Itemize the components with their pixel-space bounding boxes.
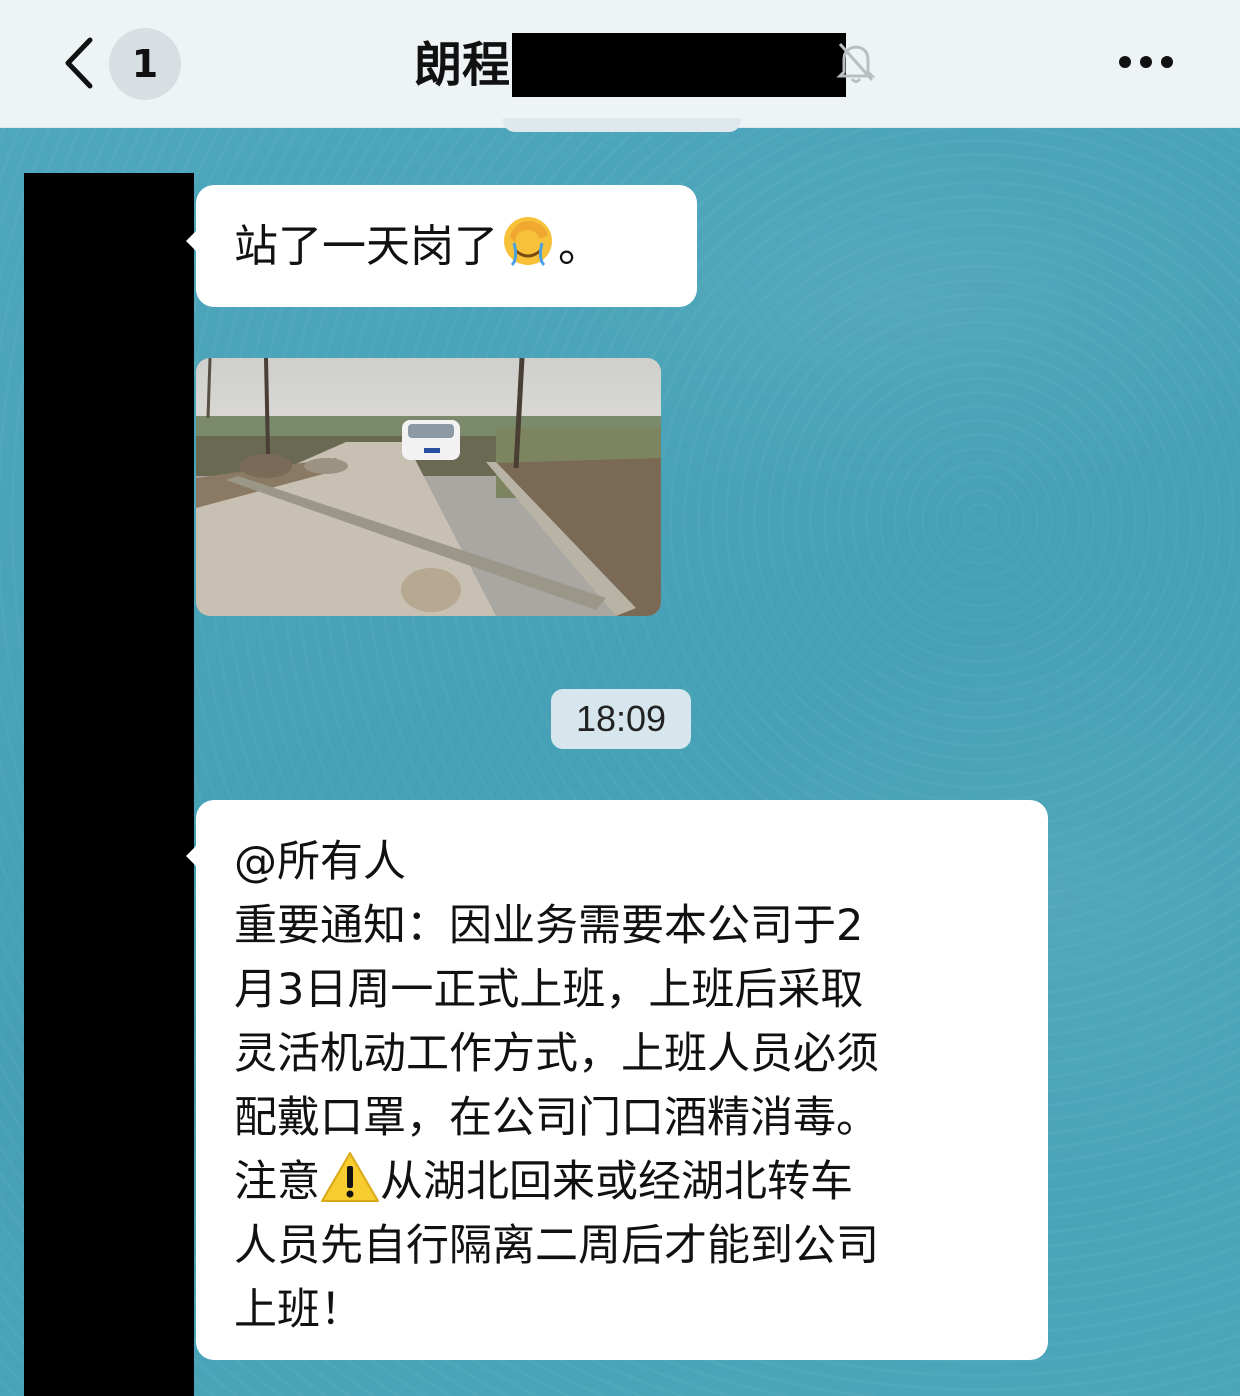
message-text-part: 。 (558, 221, 602, 272)
notice-line: @所有人 (234, 837, 406, 887)
notice-line: 月3日周一正式上班，上班后采取 (234, 965, 864, 1015)
warning-suffix: 从湖北回来或经湖北转车 (380, 1157, 853, 1207)
timestamp-label: 18:09 (551, 689, 691, 749)
message-text-part: 站了一天岗了 (234, 221, 498, 272)
notice-line: 上班！ (234, 1285, 363, 1335)
sender-avatar-redaction (24, 173, 194, 1396)
mute-bell-icon (836, 43, 876, 83)
notice-line: 配戴口罩，在公司门口酒精消毒。 (234, 1093, 879, 1143)
back-chevron-icon[interactable] (60, 36, 100, 90)
message-bubble-text[interactable]: 站了一天岗了 。 (186, 185, 697, 307)
title-redaction (512, 33, 846, 97)
notice-text: @所有人 重要通知：因业务需要本公司于2 月3日周一正式上班，上班后采取 灵活机… (234, 830, 1024, 1342)
more-options-icon[interactable] (1115, 52, 1177, 72)
unread-count-badge[interactable]: 1 (109, 28, 181, 100)
chat-header: 1 朗程 (0, 0, 1240, 128)
warning-icon (321, 1152, 379, 1202)
road-scene-image (196, 358, 661, 616)
message-text: 站了一天岗了 。 (234, 213, 602, 280)
message-photo[interactable] (196, 358, 661, 616)
pinned-message-hint (503, 118, 741, 132)
chat-title: 朗程 (414, 37, 511, 93)
notice-line: 灵活机动工作方式，上班人员必须 (234, 1029, 879, 1079)
warning-prefix: 注意 (234, 1157, 320, 1207)
message-bubble-notice[interactable]: @所有人 重要通知：因业务需要本公司于2 月3日周一正式上班，上班后采取 灵活机… (186, 800, 1048, 1360)
bubble-tail (186, 844, 198, 868)
bubble-tail (186, 229, 198, 253)
notice-line-warning: 注意 从湖北回来或经湖北转车 (234, 1150, 1024, 1214)
face-palm-emoji-icon (504, 217, 552, 267)
notice-line: 重要通知：因业务需要本公司于2 (234, 901, 864, 951)
notice-line: 人员先自行隔离二周后才能到公司 (234, 1221, 879, 1271)
